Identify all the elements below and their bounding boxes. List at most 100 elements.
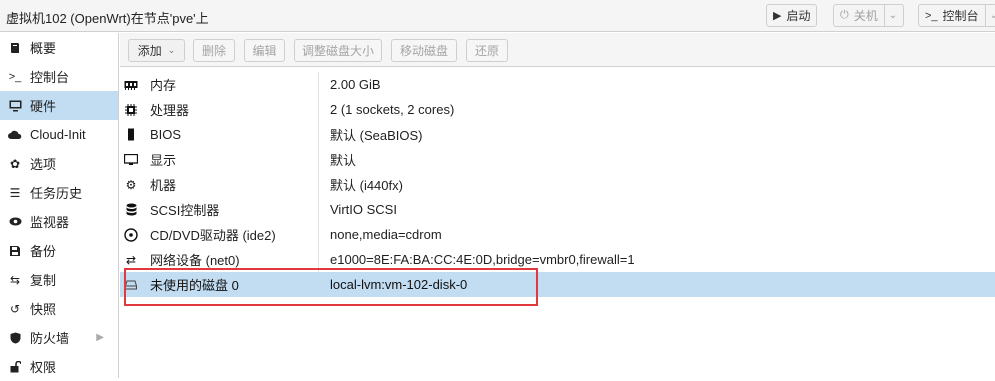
hardware-key: 网络设备 (net0) <box>150 253 240 268</box>
hardware-row-cdrom[interactable]: CD/DVD驱动器 (ide2) none,media=cdrom <box>120 222 995 247</box>
hardware-row-memory[interactable]: 内存 2.00 GiB <box>120 72 995 97</box>
sidebar-item-hardware[interactable]: 硬件 <box>0 91 118 120</box>
hardware-key: 未使用的磁盘 0 <box>150 278 239 293</box>
revert-label: 还原 <box>475 44 500 58</box>
sidebar-item-label: 监视器 <box>30 215 70 230</box>
hardware-row-processor[interactable]: 处理器 2 (1 sockets, 2 cores) <box>120 97 995 122</box>
sidebar-item-label: 控制台 <box>30 70 70 85</box>
chevron-down-icon[interactable]: ⌄ <box>883 5 897 26</box>
play-icon: ▶ <box>773 10 782 22</box>
sidebar-item-backup[interactable]: 备份 <box>0 236 118 265</box>
hardware-value: 默认 (i440fx) <box>330 178 403 193</box>
sidebar-item-label: 快照 <box>30 302 57 317</box>
resize-disk-label: 调整磁盘大小 <box>302 44 375 58</box>
hardware-toolbar: 添加 ⌄ 删除 编辑 调整磁盘大小 移动磁盘 还原 <box>120 33 995 67</box>
sidebar-item-cloud-init[interactable]: Cloud-Init <box>0 120 118 149</box>
sidebar-item-snapshots[interactable]: ↺ 快照 <box>0 294 118 323</box>
hardware-value: e1000=8E:FA:BA:CC:4E:0D,bridge=vmbr0,fir… <box>330 252 635 267</box>
history-icon: ↺ <box>9 301 21 316</box>
page-title: 虚拟机102 (OpenWrt)在节点'pve'上 <box>6 11 209 26</box>
terminal-icon: >_ <box>925 9 938 22</box>
sidebar-item-task-history[interactable]: ☰ 任务历史 <box>0 178 118 207</box>
hardware-row-scsi-controller[interactable]: SCSI控制器 VirtIO SCSI <box>120 197 995 222</box>
cpu-icon <box>124 103 138 116</box>
hardware-row-network[interactable]: ⇄ 网络设备 (net0) e1000=8E:FA:BA:CC:4E:0D,br… <box>120 247 995 272</box>
console-button[interactable]: >_ 控制台 ⌄ <box>918 4 995 27</box>
chevron-right-icon[interactable]: ▶ <box>96 332 104 343</box>
revert-button[interactable]: 还原 <box>466 39 508 62</box>
hardware-key: 处理器 <box>150 103 190 118</box>
hardware-key: CD/DVD驱动器 (ide2) <box>150 228 276 243</box>
move-disk-label: 移动磁盘 <box>400 44 449 58</box>
power-icon: ⏻ <box>840 9 849 21</box>
remove-label: 删除 <box>202 44 227 58</box>
memory-icon <box>124 80 138 90</box>
desktop-icon <box>124 153 138 166</box>
monitor-icon <box>8 100 22 112</box>
sidebar-item-label: Cloud-Init <box>30 127 86 142</box>
chevron-down-icon: ⌄ <box>167 45 176 55</box>
cogs-icon: ⚙ <box>125 177 137 192</box>
retweet-icon: ⇆ <box>9 272 21 287</box>
hardware-key: 机器 <box>150 178 177 193</box>
hdd-icon <box>124 280 138 290</box>
unlock-icon <box>8 360 22 373</box>
sidebar-item-label: 复制 <box>30 273 57 288</box>
shutdown-label: 关机 <box>853 9 878 23</box>
hardware-value: VirtIO SCSI <box>330 202 397 217</box>
hardware-row-unused-disk[interactable]: 未使用的磁盘 0 local-lvm:vm-102-disk-0 <box>120 272 995 297</box>
sidebar-item-summary[interactable]: 概要 <box>0 33 118 62</box>
sidebar-item-firewall[interactable]: 防火墙 ▶ <box>0 323 118 352</box>
hardware-value: 2 (1 sockets, 2 cores) <box>330 102 455 117</box>
add-button[interactable]: 添加 ⌄ <box>128 39 185 62</box>
sidebar-item-label: 防火墙 <box>30 331 70 346</box>
microchip-icon <box>124 128 138 141</box>
hardware-row-display[interactable]: 显示 默认 <box>120 147 995 172</box>
sidebar-item-options[interactable]: ✿ 选项 <box>0 149 118 178</box>
remove-button[interactable]: 删除 <box>193 39 235 62</box>
hardware-grid: 内存 2.00 GiB 处理器 2 (1 sockets, 2 cores) B… <box>120 72 995 297</box>
add-label: 添加 <box>137 44 162 58</box>
hardware-key: 显示 <box>150 153 177 168</box>
cloud-icon <box>8 130 22 140</box>
sidebar-item-label: 权限 <box>30 360 57 375</box>
sidebar-item-permissions[interactable]: 权限 <box>0 352 118 381</box>
start-button[interactable]: ▶ 启动 <box>766 4 818 27</box>
floppy-icon <box>8 245 22 257</box>
hardware-row-machine[interactable]: ⚙ 机器 默认 (i440fx) <box>120 172 995 197</box>
gear-icon: ✿ <box>9 156 21 171</box>
move-disk-button[interactable]: 移动磁盘 <box>391 39 457 62</box>
console-label: 控制台 <box>942 9 979 23</box>
edit-button[interactable]: 编辑 <box>244 39 285 62</box>
sidebar-item-label: 任务历史 <box>30 186 83 201</box>
hardware-value: local-lvm:vm-102-disk-0 <box>330 277 468 292</box>
shutdown-button[interactable]: ⏻ 关机 ⌄ <box>833 4 905 27</box>
window-header: 虚拟机102 (OpenWrt)在节点'pve'上 ▶ 启动 ⏻ 关机 ⌄ >_… <box>0 0 995 32</box>
resize-disk-button[interactable]: 调整磁盘大小 <box>294 39 382 62</box>
book-icon <box>8 42 22 54</box>
hardware-value: none,media=cdrom <box>330 227 442 242</box>
hardware-key: SCSI控制器 <box>150 203 220 218</box>
sidebar-item-label: 选项 <box>30 157 57 172</box>
hardware-value: 2.00 GiB <box>330 77 381 92</box>
exchange-icon: ⇄ <box>125 252 137 267</box>
hardware-key: BIOS <box>150 127 182 142</box>
sidebar-item-monitor[interactable]: 监视器 <box>0 207 118 236</box>
vm-sidebar: 概要 >_ 控制台 硬件 Cloud-Init ✿ 选项 ☰ 任务历史 监视器 … <box>0 33 119 378</box>
sidebar-item-label: 硬件 <box>30 99 57 114</box>
sidebar-item-label: 备份 <box>30 244 57 259</box>
cdrom-icon <box>124 227 138 242</box>
chevron-down-icon[interactable]: ⌄ <box>984 5 995 26</box>
hardware-row-bios[interactable]: BIOS 默认 (SeaBIOS) <box>120 122 995 147</box>
shield-icon <box>8 332 22 344</box>
hardware-key: 内存 <box>150 78 177 93</box>
sidebar-item-replication[interactable]: ⇆ 复制 <box>0 265 118 294</box>
eye-icon <box>8 217 22 226</box>
sidebar-item-console[interactable]: >_ 控制台 <box>0 62 118 91</box>
start-label: 启动 <box>786 9 811 23</box>
hardware-value: 默认 (SeaBIOS) <box>330 128 423 143</box>
sidebar-item-label: 概要 <box>30 41 57 56</box>
terminal-icon: >_ <box>8 70 22 83</box>
edit-label: 编辑 <box>252 44 277 58</box>
hardware-value: 默认 <box>330 153 357 168</box>
